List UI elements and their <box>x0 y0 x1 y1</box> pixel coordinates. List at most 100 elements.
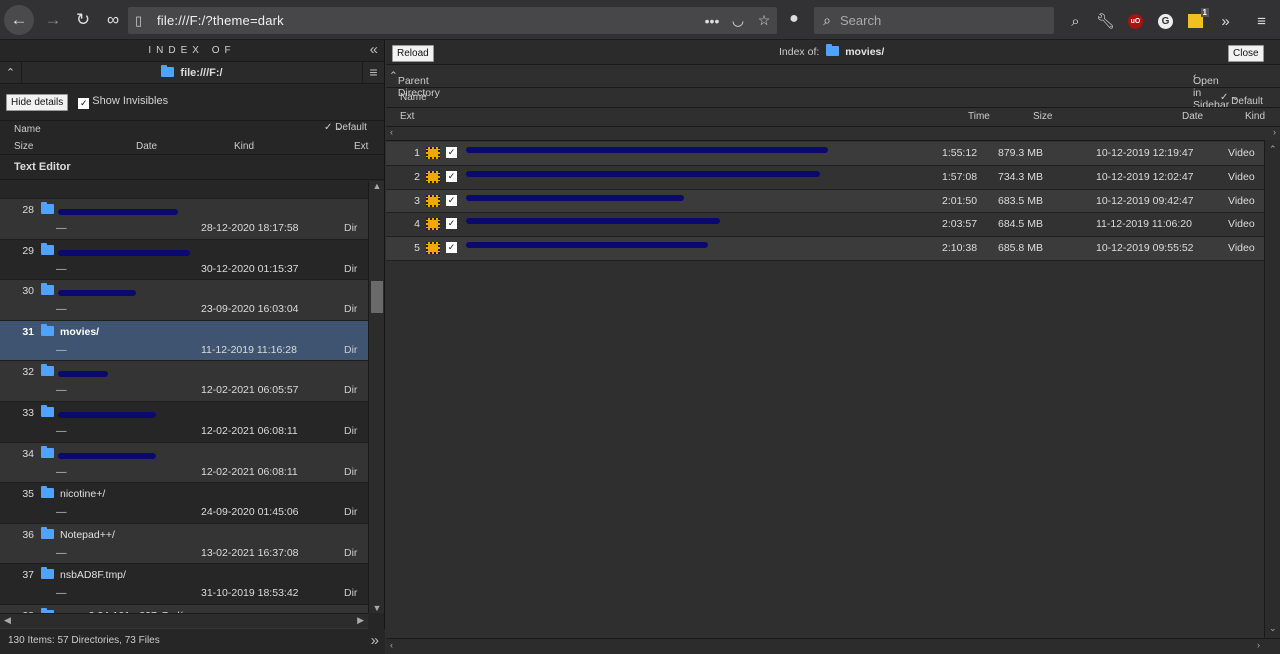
checkbox-checked-icon[interactable]: ✓ <box>446 147 457 158</box>
item-size: — <box>56 465 67 478</box>
search-field[interactable]: ⌕ Search <box>814 7 1054 34</box>
bookmark-star-icon[interactable]: ☆ <box>751 12 777 29</box>
hamburger-menu-icon[interactable]: ≡ <box>1248 8 1275 34</box>
hscroll-top: ‹ › <box>386 127 1280 141</box>
list-item[interactable]: 30 — 23-09-2020 16:03:04 Dir <box>0 280 368 321</box>
sort-control[interactable]: ✓ Default ⌄ <box>1220 92 1263 107</box>
sort-control[interactable]: ✓ Default ⌄ <box>324 122 367 133</box>
scroll-right-icon[interactable]: › <box>1273 127 1276 137</box>
magnifier-icon[interactable]: ⌕ <box>1062 8 1089 34</box>
list-item[interactable]: 32 — 12-02-2021 06:05:57 Dir <box>0 361 368 402</box>
checkbox-checked-icon[interactable]: ✓ <box>78 98 90 109</box>
account-icon[interactable]: ● <box>784 10 804 30</box>
close-button[interactable]: Close <box>1228 45 1264 62</box>
checkbox-checked-icon[interactable]: ✓ <box>446 218 457 230</box>
col-ext[interactable]: Ext <box>400 111 414 122</box>
scroll-down-icon[interactable]: ⌄ <box>1269 623 1277 634</box>
forward-arrow-icon[interactable]: → <box>38 5 68 35</box>
menu-icon[interactable]: ≡ <box>362 62 384 83</box>
col-size[interactable]: Size <box>14 141 33 152</box>
list-item[interactable]: 33 — 12-02-2021 06:08:11 Dir <box>0 401 368 443</box>
item-name: nicotine+/ <box>41 486 105 500</box>
expand-sidebar-icon[interactable]: » <box>371 629 379 653</box>
hide-details-button[interactable]: Hide details <box>6 93 69 111</box>
up-chevron-icon[interactable]: ⌃ <box>0 62 22 83</box>
item-size: — <box>56 222 67 234</box>
list-item[interactable]: 37 nsbAD8F.tmp/ — 31-10-2019 18:53:42 Di… <box>0 564 368 605</box>
file-row[interactable]: 3 ✓ 2:01:50 683.5 MB 10-12-2019 09:42:47… <box>386 189 1264 214</box>
url-bar[interactable]: ▯ file:///F:/?theme=dark ••• ◡ ☆ <box>128 7 777 34</box>
checkbox-checked-icon[interactable]: ✓ <box>446 194 457 206</box>
folder-icon <box>41 486 54 499</box>
list-item[interactable]: 29 — 30-12-2020 01:15:37 Dir <box>0 239 368 281</box>
col-name[interactable]: Name <box>400 92 427 103</box>
file-row[interactable]: 4 ✓ 2:03:57 684.5 MB 11-12-2019 11:06:20… <box>386 213 1264 238</box>
scroll-down-icon[interactable]: ▼ <box>369 603 385 613</box>
col-time[interactable]: Time <box>968 111 990 122</box>
back-arrow-icon[interactable]: ← <box>4 4 34 35</box>
item-kind: Dir <box>344 384 358 397</box>
file-row[interactable]: 2 ✓ 1:57:08 734.3 MB 10-12-2019 12:02:47… <box>386 165 1264 190</box>
list-item[interactable]: 35 nicotine+/ — 24-09-2020 01:45:06 Dir <box>0 483 368 524</box>
list-item[interactable]: 36 Notepad++/ — 13-02-2021 16:37:08 Dir <box>0 523 368 565</box>
reload-button[interactable]: Reload <box>392 45 434 62</box>
film-icon <box>426 242 440 255</box>
collapse-sidebar-icon[interactable]: « <box>370 41 378 58</box>
list-item[interactable] <box>0 181 368 199</box>
file-number: 3 <box>414 194 420 207</box>
pocket-icon[interactable]: ◡ <box>725 12 751 29</box>
checkbox-checked-icon[interactable]: ✓ <box>446 242 457 254</box>
location[interactable]: file:///F:/ <box>22 64 362 79</box>
col-kind[interactable]: Kind <box>234 141 254 152</box>
item-kind: Dir <box>344 303 358 316</box>
file-number: 5 <box>414 242 420 255</box>
file-row[interactable]: 1 ✓ 1:55:12 879.3 MB 10-12-2019 12:19:47… <box>386 142 1264 166</box>
ublock-icon[interactable]: uO <box>1122 8 1149 34</box>
item-number: 34 <box>22 447 34 460</box>
reload-icon[interactable]: ↻ <box>68 5 98 35</box>
sidebar-hscrollbar[interactable]: ◀ ▶ <box>0 613 368 628</box>
scroll-right-icon[interactable]: › <box>1257 640 1260 650</box>
scroll-left-icon[interactable]: ‹ <box>390 127 393 137</box>
col-date[interactable]: Date <box>136 141 157 152</box>
file-number: 1 <box>414 147 420 159</box>
list-item[interactable]: 28 — 28-12-2020 18:17:58 Dir <box>0 199 368 240</box>
sidebar-scrollbar[interactable]: ▲ ▼ <box>368 181 384 613</box>
more-dots-icon[interactable]: ••• <box>699 13 725 29</box>
index-title: INDEX OF <box>148 45 236 56</box>
list-item-selected[interactable]: 31 movies/ — 11-12-2019 11:16:28 Dir <box>0 320 368 362</box>
parent-directory-link[interactable]: ⌃ Parent Directory <box>389 70 440 99</box>
main-scrollbar[interactable]: ⌃ ⌄ <box>1264 140 1280 638</box>
show-invisibles-toggle[interactable]: ✓ Show Invisibles <box>78 95 168 109</box>
col-name[interactable]: Name <box>14 124 41 135</box>
item-date: 28-12-2020 18:17:58 <box>201 222 299 234</box>
grammar-g-icon[interactable]: G <box>1152 8 1179 34</box>
sticky-note-icon[interactable]: 1 <box>1182 8 1209 34</box>
item-number: 37 <box>22 569 34 582</box>
col-size[interactable]: Size <box>1033 111 1052 122</box>
main-hscrollbar[interactable]: ‹ › <box>386 638 1280 654</box>
scroll-right-icon[interactable]: ▶ <box>357 615 364 626</box>
overflow-chevron-icon[interactable]: » <box>1212 8 1239 34</box>
open-in-sidebar-link[interactable]: Open in Sidebar ‹ <box>1193 70 1229 111</box>
scroll-left-icon[interactable]: ‹ <box>390 640 393 650</box>
private-mask-icon[interactable]: ∞ <box>98 5 128 35</box>
redaction-scribble <box>466 218 720 225</box>
location-text: file:///F:/ <box>180 66 223 79</box>
col-kind[interactable]: Kind <box>1245 111 1265 122</box>
file-row[interactable]: 5 ✓ 2:10:38 685.8 MB 10-12-2019 09:55:52… <box>386 237 1264 261</box>
scroll-up-icon[interactable]: ▲ <box>369 181 385 191</box>
redaction-scribble <box>466 242 708 249</box>
status-text: 130 Items: 57 Directories, 73 Files <box>8 635 160 646</box>
col-ext[interactable]: Ext <box>354 141 368 152</box>
col-date[interactable]: Date <box>1182 111 1203 122</box>
list-item[interactable]: 34 — 12-02-2021 06:08:11 Dir <box>0 442 368 484</box>
scroll-thumb[interactable] <box>371 281 383 313</box>
scroll-up-icon[interactable]: ⌃ <box>1269 144 1277 155</box>
scroll-left-icon[interactable]: ◀ <box>4 615 11 626</box>
wrench-icon[interactable]: 🔧︎ <box>1092 8 1119 34</box>
sticky-badge: 1 <box>1200 8 1209 17</box>
item-size: — <box>56 343 67 356</box>
url-text[interactable]: file:///F:/?theme=dark <box>157 13 699 28</box>
checkbox-checked-icon[interactable]: ✓ <box>446 170 457 182</box>
